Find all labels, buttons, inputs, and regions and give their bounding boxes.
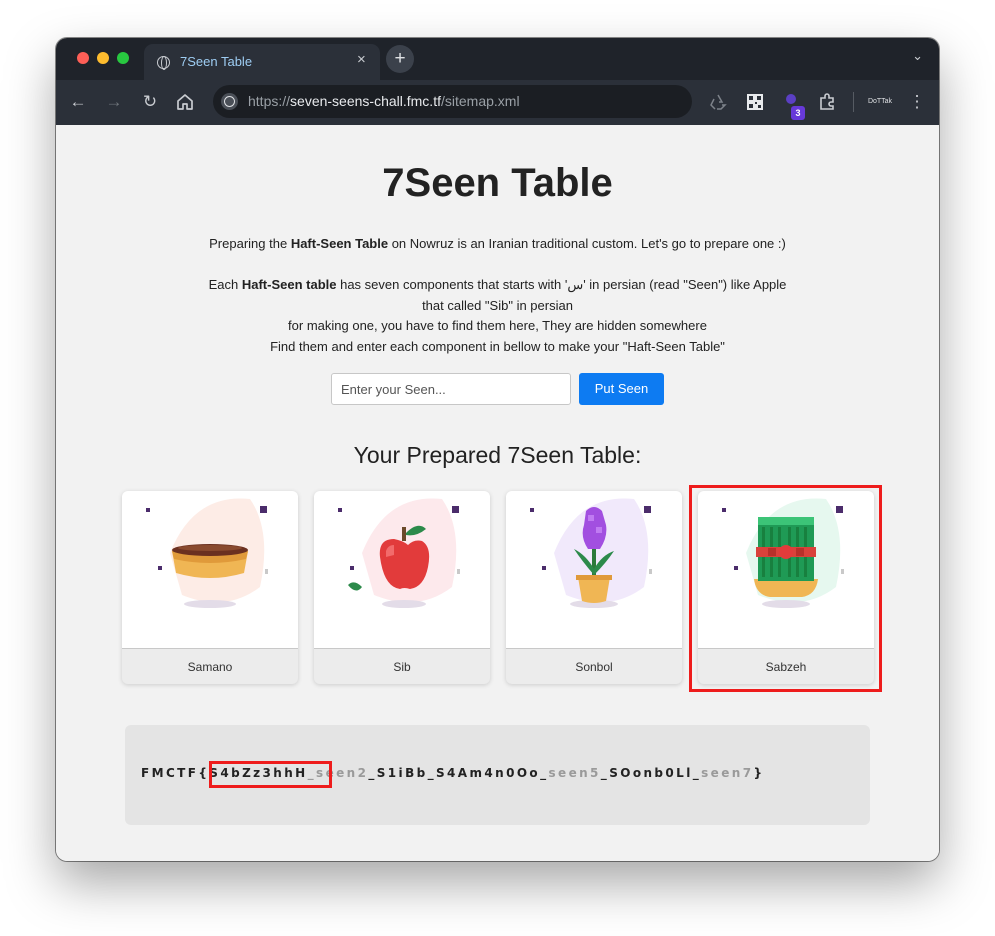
new-tab-button[interactable]: +	[386, 45, 414, 73]
close-window-button[interactable]	[77, 52, 89, 64]
intro-text: Preparing the Haft-Seen Table on Nowruz …	[209, 236, 786, 251]
browser-window: 7Seen Table × + ⌄ ← → ↻ https://seven-se…	[56, 38, 939, 861]
forward-arrow-icon[interactable]: →	[102, 90, 126, 114]
titlebar: 7Seen Table × + ⌄	[56, 38, 939, 80]
profile-avatar[interactable]: DoTTak	[865, 91, 895, 113]
apple-icon	[314, 491, 490, 649]
globe-icon	[157, 56, 170, 70]
close-tab-icon[interactable]: ×	[357, 52, 366, 67]
seen-card-sonbol: Sonbol	[506, 491, 682, 684]
tab-search-chevron-icon[interactable]: ⌄	[912, 48, 923, 64]
sabzeh-highlight-box	[689, 485, 882, 692]
back-arrow-icon[interactable]: ←	[66, 90, 90, 114]
extension-count-badge: 3	[791, 106, 805, 120]
card-label: Sonbol	[575, 660, 613, 674]
put-seen-button[interactable]: Put Seen	[579, 373, 664, 405]
samanu-icon	[122, 491, 298, 649]
site-info-icon[interactable]	[221, 93, 238, 110]
menu-kebab-icon[interactable]: ⋮	[905, 90, 929, 114]
tab-title: 7Seen Table	[180, 54, 253, 69]
browser-tab[interactable]: 7Seen Table ×	[144, 44, 380, 80]
home-icon[interactable]	[173, 90, 197, 114]
puzzle-extensions-icon[interactable]	[815, 90, 839, 114]
recycle-extension-icon[interactable]	[706, 90, 730, 114]
browser-toolbar: ← → ↻ https://seven-seens-chall.fmc.tf/s…	[56, 80, 939, 125]
flag-highlight-box	[209, 761, 332, 788]
maximize-window-button[interactable]	[117, 52, 129, 64]
card-label: Sib	[393, 660, 411, 674]
minimize-window-button[interactable]	[97, 52, 109, 64]
seen-card-samano: Samano	[122, 491, 298, 684]
card-label: Samano	[187, 660, 233, 674]
seen-card-sib: Sib	[314, 491, 490, 684]
hyacinth-icon	[506, 491, 682, 649]
address-bar[interactable]: https://seven-seens-chall.fmc.tf/sitemap…	[213, 85, 692, 118]
reload-icon[interactable]: ↻	[138, 90, 162, 114]
description-line-1: Each Haft-Seen table has seven component…	[208, 277, 787, 292]
description-line-2: that called "Sib" in persian	[422, 298, 573, 313]
qr-code-icon[interactable]	[743, 90, 767, 114]
description-line-3: for making one, you have to find them he…	[288, 318, 707, 333]
prepared-table-heading: Your Prepared 7Seen Table:	[353, 442, 642, 468]
page-title: 7Seen Table	[382, 161, 613, 205]
toolbar-divider	[853, 92, 854, 112]
flag-panel: FMCTF{S4bZz3hhH_seen2_S1iBb_S4Am4n0Oo_se…	[125, 725, 870, 825]
url-text[interactable]: https://seven-seens-chall.fmc.tf/sitemap…	[248, 93, 520, 109]
seen-input[interactable]	[331, 373, 571, 405]
page-content: 7Seen Table Preparing the Haft-Seen Tabl…	[56, 125, 939, 861]
description-line-4: Find them and enter each component in be…	[270, 339, 725, 354]
